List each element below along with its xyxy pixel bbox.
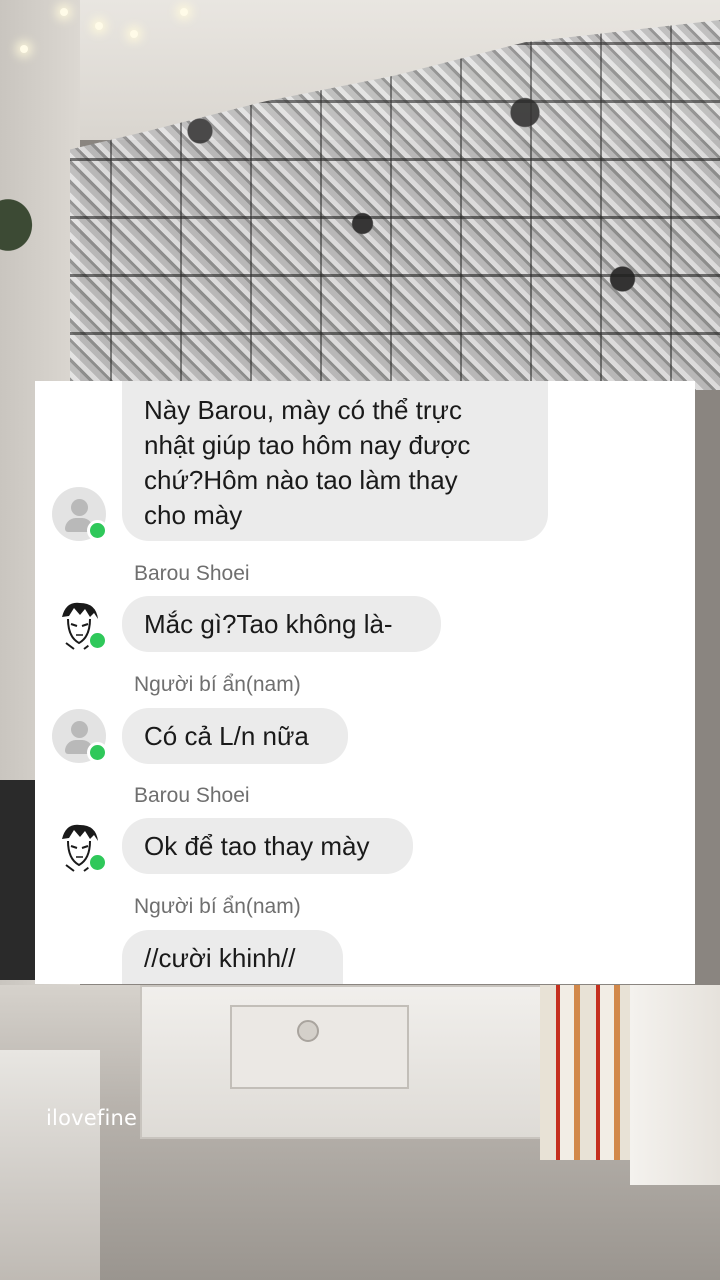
message-text: Có cả L/n nữa <box>144 721 309 751</box>
sender-name: Barou Shoei <box>134 784 250 807</box>
avatar[interactable] <box>52 709 108 763</box>
fairy-light <box>130 30 138 38</box>
message-bubble[interactable]: Có cả L/n nữa <box>122 708 348 764</box>
message-line: chứ?Hôm nào tao làm thay <box>144 465 458 495</box>
message-text: Mắc gì?Tao không là- <box>144 609 393 639</box>
online-dot-icon <box>87 630 108 651</box>
message-line: cho mày <box>144 500 243 530</box>
fairy-light <box>20 45 28 53</box>
fairy-light <box>95 22 103 30</box>
plant <box>0 180 50 270</box>
book-right <box>630 985 720 1185</box>
picture-frame <box>0 780 40 980</box>
message-bubble[interactable]: Ok để tao thay mày <box>122 818 413 874</box>
message-bubble[interactable]: //cười khinh// <box>122 930 343 984</box>
fairy-light <box>60 8 68 16</box>
box-drawer <box>230 1005 409 1089</box>
message-line: nhật giúp tao hôm nay được <box>144 430 471 460</box>
message-bubble[interactable]: Này Barou, mày có thể trực nhật giúp tao… <box>122 381 548 541</box>
avatar[interactable] <box>52 819 108 873</box>
message-line: Này Barou, mày có thể trực <box>144 395 462 425</box>
online-dot-icon <box>87 742 108 763</box>
person-placeholder-icon <box>71 499 88 516</box>
avatar[interactable] <box>52 487 108 541</box>
sender-name: Người bí ẩn(nam) <box>134 673 301 696</box>
shelf <box>0 1050 100 1280</box>
message-text: Ok để tao thay mày <box>144 831 370 861</box>
sender-name: Barou Shoei <box>134 562 250 585</box>
chat-panel: Này Barou, mày có thể trực nhật giúp tao… <box>35 381 695 984</box>
online-dot-icon <box>87 520 108 541</box>
book-stack <box>540 985 630 1160</box>
watermark: ilovefine <box>46 1106 138 1130</box>
fairy-light <box>180 8 188 16</box>
avatar[interactable] <box>52 597 108 651</box>
online-dot-icon <box>87 852 108 873</box>
message-text: //cười khinh// <box>144 943 296 973</box>
drawer-knob <box>297 1020 319 1042</box>
sender-name: Người bí ẩn(nam) <box>134 895 301 918</box>
message-bubble[interactable]: Mắc gì?Tao không là- <box>122 596 441 652</box>
person-placeholder-icon <box>71 721 88 738</box>
